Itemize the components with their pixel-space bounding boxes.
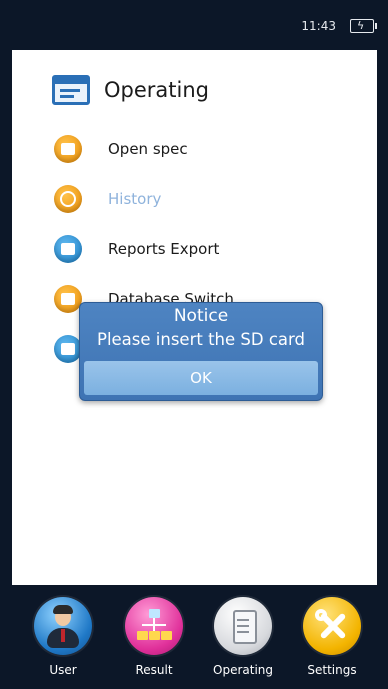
database-icon (54, 285, 82, 313)
menu-item-label: Open spec (108, 140, 188, 158)
menu-item-label: Reports Export (108, 240, 220, 258)
result-chart-icon (125, 597, 183, 655)
nav-label: Result (135, 663, 173, 677)
nav-result[interactable]: Result (114, 597, 194, 677)
operating-icon (214, 597, 272, 655)
page-header: Operating (52, 74, 209, 106)
device-screen: 11:43 ϟ Operating Open spec History Repo… (0, 0, 388, 689)
battery-charging-icon: ϟ (350, 19, 377, 33)
dialog-title: Notice (173, 306, 229, 326)
operating-list-icon (52, 75, 90, 105)
nav-label: Operating (213, 663, 273, 677)
user-icon (34, 597, 92, 655)
history-icon (54, 185, 82, 213)
export-icon (54, 235, 82, 263)
folder-open-icon (54, 135, 82, 163)
nav-operating[interactable]: Operating (203, 597, 283, 677)
nav-label: User (49, 663, 77, 677)
page-title: Operating (104, 78, 209, 102)
ok-button[interactable]: OK (84, 361, 318, 395)
nav-user[interactable]: User (23, 597, 103, 677)
status-time: 11:43 (301, 19, 336, 33)
menu-item-label: History (108, 190, 162, 208)
menu-item-open-spec[interactable]: Open spec (54, 124, 354, 174)
menu-item-history[interactable]: History (54, 174, 354, 224)
nav-label: Settings (307, 663, 357, 677)
print-icon (54, 335, 82, 363)
menu-item-reports-export[interactable]: Reports Export (54, 224, 354, 274)
notice-dialog: Notice Please insert the SD card OK (79, 302, 323, 401)
status-bar: 11:43 ϟ (0, 0, 388, 50)
bottom-nav: User Result Operating Settings (0, 585, 388, 689)
settings-tools-icon (303, 597, 361, 655)
dialog-message: Please insert the SD card (97, 330, 305, 349)
nav-settings[interactable]: Settings (292, 597, 372, 677)
